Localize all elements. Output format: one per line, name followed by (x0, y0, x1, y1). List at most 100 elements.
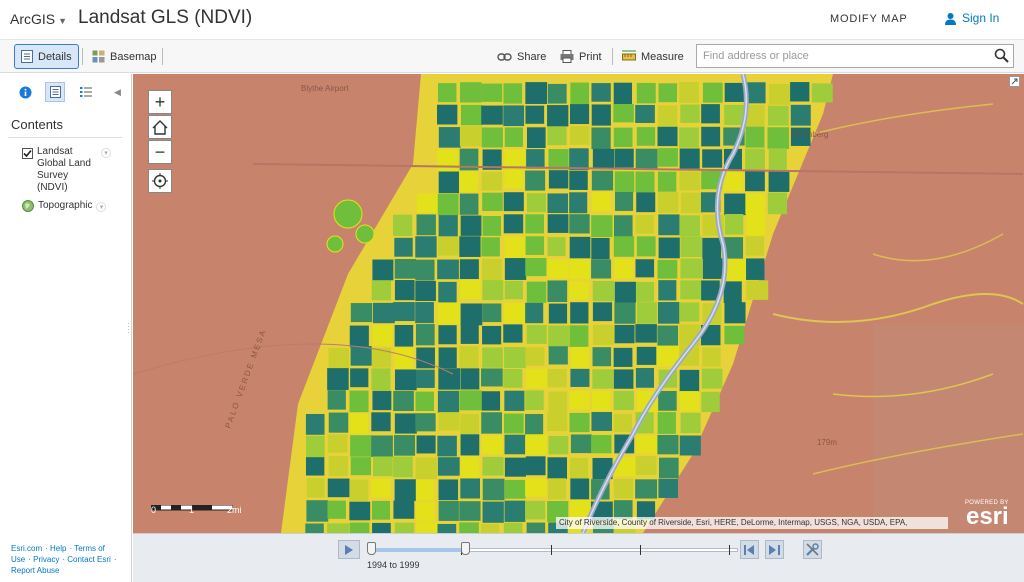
crop-field (548, 149, 569, 170)
print-button[interactable]: Print (554, 44, 608, 69)
link-help[interactable]: Help (50, 544, 66, 553)
crop-field (415, 324, 435, 346)
basemap-button[interactable]: Basemap (86, 44, 162, 69)
crop-field (745, 170, 765, 192)
crop-field (701, 391, 720, 413)
crop-field (702, 258, 724, 279)
crop-field (657, 105, 678, 128)
crop-field (680, 236, 703, 258)
collapse-panel-icon[interactable]: ◀ (114, 87, 121, 98)
search-icon[interactable] (994, 48, 1009, 63)
crop-field (592, 369, 614, 389)
details-panel: ◀ Contents Landsat Global Land Survey (N… (0, 74, 132, 582)
previous-button[interactable] (740, 540, 759, 559)
map-view[interactable]: Blythe Airport Ehrenberg PALO VERDE MESA… (133, 74, 1024, 533)
crop-field (702, 347, 721, 367)
crop-field (482, 501, 504, 523)
map-attribution[interactable]: City of Riverside, County of Riverside, … (556, 517, 948, 529)
arcgis-menu[interactable]: ArcGIS ▼ (10, 11, 67, 27)
crop-field (526, 522, 546, 533)
expand-icon[interactable] (1009, 76, 1020, 87)
crop-field (658, 390, 677, 411)
basemap-layer-name[interactable]: Topographic (38, 200, 92, 212)
crop-field (372, 302, 395, 324)
crop-field (482, 456, 504, 476)
crop-field (438, 325, 457, 345)
locate-button[interactable] (148, 169, 172, 193)
crop-field (745, 148, 765, 170)
details-button[interactable]: Details (14, 44, 79, 69)
crop-field (548, 391, 568, 414)
crop-field (657, 434, 679, 455)
crop-field (636, 236, 656, 257)
tab-legend[interactable] (76, 82, 96, 102)
layer-options-icon[interactable]: ▾ (96, 202, 107, 212)
crop-field (592, 192, 611, 211)
crop-field (394, 325, 414, 347)
crop-field (548, 346, 568, 365)
layer-name[interactable]: Landsat Global Land Survey (NDVI) (37, 146, 97, 194)
tab-about[interactable] (15, 82, 35, 102)
esri-logo[interactable]: POWERED BY esri (965, 500, 1009, 530)
zoom-in-button[interactable]: + (148, 90, 172, 114)
crop-field (679, 391, 699, 412)
link-esri[interactable]: Esri.com (11, 544, 42, 553)
crop-field (327, 523, 350, 533)
time-tick (729, 545, 730, 555)
crop-field (481, 171, 502, 191)
time-settings-button[interactable] (803, 540, 822, 559)
modify-map-link[interactable]: MODIFY MAP (830, 13, 907, 25)
layer-visibility-checkbox[interactable] (22, 148, 33, 159)
crop-field (525, 214, 545, 234)
link-report-abuse[interactable]: Report Abuse (11, 566, 59, 575)
panel-resize-handle[interactable]: · · · · (127, 320, 130, 337)
crop-field (503, 368, 523, 388)
map-label-elevation: 179m (817, 438, 838, 447)
crop-field (547, 214, 569, 233)
time-end-handle[interactable] (461, 542, 470, 555)
crop-field (657, 171, 677, 192)
time-start-handle[interactable] (367, 542, 376, 555)
crop-field (327, 478, 350, 498)
crop-field (635, 148, 658, 170)
crop-field (702, 149, 723, 168)
play-button[interactable] (338, 540, 360, 559)
crop-field (504, 479, 526, 499)
sign-in-link[interactable]: Sign In (944, 11, 999, 25)
link-contact[interactable]: Contact Esri (67, 555, 111, 564)
crop-field (525, 390, 544, 411)
time-track[interactable] (367, 542, 738, 558)
crop-field (460, 104, 483, 126)
crop-field (635, 479, 658, 499)
link-privacy[interactable]: Privacy (33, 555, 59, 564)
measure-button[interactable]: Measure (616, 44, 690, 69)
crop-field (526, 368, 548, 389)
basemap-label: Basemap (110, 50, 157, 63)
time-range-fill (372, 548, 462, 552)
crop-field (525, 170, 546, 191)
layer-options-icon[interactable]: ▾ (101, 148, 111, 158)
zoom-out-button[interactable]: − (148, 140, 172, 164)
crop-field (438, 368, 461, 390)
crop-field (679, 302, 700, 322)
home-button[interactable] (148, 115, 172, 139)
crop-field (702, 82, 723, 103)
crop-field (459, 126, 482, 147)
crop-field (614, 324, 635, 344)
crop-field (504, 347, 526, 369)
crop-field (394, 522, 415, 533)
tab-content[interactable] (45, 82, 65, 102)
crop-field (636, 82, 656, 104)
details-label: Details (38, 50, 72, 63)
next-button[interactable] (765, 540, 784, 559)
crop-field (371, 280, 392, 301)
crop-field (504, 303, 526, 323)
crop-field (349, 479, 369, 502)
search-input[interactable] (697, 45, 977, 67)
crop-field (327, 390, 346, 410)
crop-field (481, 258, 502, 281)
esri-wordmark: esri (965, 503, 1009, 530)
crop-field (635, 368, 655, 388)
crop-field (548, 325, 570, 347)
share-button[interactable]: Share (491, 44, 552, 69)
